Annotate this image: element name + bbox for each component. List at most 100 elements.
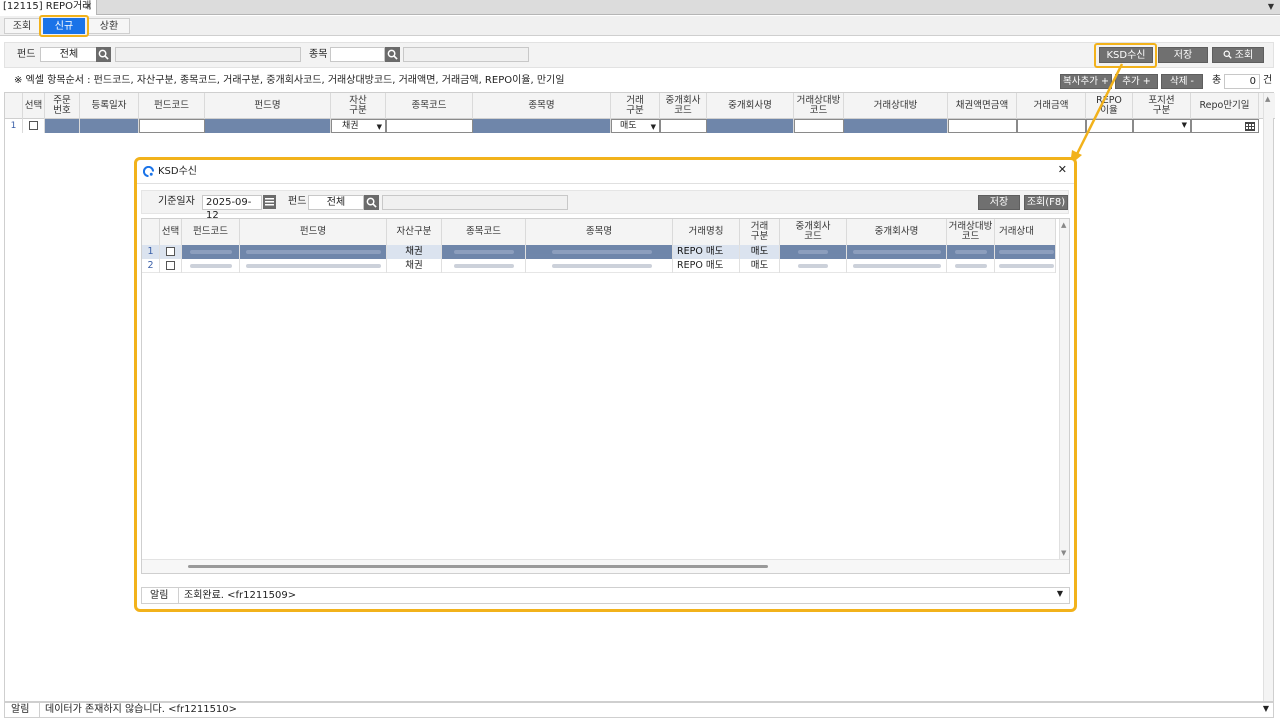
vertical-scrollbar[interactable]: ▲ — [1263, 93, 1273, 701]
asset-type-select[interactable]: 채권 ▼ — [331, 119, 386, 133]
base-date-input[interactable]: 2025-09-12 — [202, 195, 262, 221]
status-dropdown-icon[interactable]: ▼ — [1263, 704, 1269, 713]
calendar-icon[interactable] — [1245, 122, 1255, 131]
trade-name-cell: REPO 매도 — [673, 245, 740, 259]
fund-name-cell — [205, 119, 331, 133]
row-checkbox[interactable] — [166, 261, 175, 270]
face-amount-input[interactable] — [948, 119, 1017, 133]
status-message: 데이터가 존재하지 않습니다. <fr1211510> — [45, 704, 238, 715]
close-tab-icon[interactable]: × — [84, 0, 92, 14]
item-label: 종목 — [309, 49, 328, 60]
item-code-cell — [442, 259, 526, 273]
dialog-fund-label: 펀드 — [288, 196, 307, 207]
dialog-status-dropdown-icon[interactable]: ▼ — [1057, 589, 1063, 598]
tab-highlight — [39, 15, 89, 37]
dialog-vertical-scrollbar[interactable]: ▲ ▼ — [1059, 219, 1069, 559]
dialog-fund-select[interactable]: 전체 — [308, 195, 364, 210]
row-number: 2 — [142, 259, 160, 273]
window-tab[interactable]: [12115] REPO거래 — [0, 0, 97, 15]
delete-row-button[interactable]: 삭제 - — [1161, 74, 1203, 89]
fund-search-icon[interactable] — [96, 47, 111, 62]
dialog-status-message: 조회완료. <fr1211509> — [184, 590, 297, 601]
header-asset-type: 자산 구분 — [331, 93, 386, 119]
broker-name-cell — [847, 259, 947, 273]
item-code-field[interactable] — [330, 47, 385, 62]
mheader-item-name: 종목명 — [526, 219, 673, 245]
mheader-counterparty-code: 거래상대방 코드 — [947, 219, 995, 245]
counterparty-cell — [995, 245, 1056, 259]
header-counterparty: 거래상대방 — [844, 93, 948, 119]
asset-type-cell: 채권 — [387, 245, 442, 259]
status-label: 알림 — [11, 704, 30, 715]
header-rownum — [5, 93, 23, 119]
fund-code-input[interactable] — [139, 119, 205, 133]
table-row[interactable]: 1 채권 REPO 매도 매도 — [142, 245, 1056, 259]
trade-type-select[interactable]: 매도 ▼ — [611, 119, 660, 133]
mheader-trade-name: 거래명칭 — [673, 219, 740, 245]
chevron-down-icon: ▼ — [1181, 121, 1187, 129]
dialog-status-label: 알림 — [150, 590, 169, 601]
status-bar: 알림 데이터가 존재하지 않습니다. <fr1211510> ▼ — [4, 702, 1274, 718]
counterparty-code-input[interactable] — [794, 119, 844, 133]
mheader-select: 선택 — [160, 219, 182, 245]
table-row[interactable]: 2 채권 REPO 매도 매도 — [142, 259, 1056, 273]
item-name-field — [403, 47, 529, 62]
mheader-broker-name: 중개회사명 — [847, 219, 947, 245]
save-button[interactable]: 저장 — [1158, 47, 1208, 63]
trade-type-cell: 매도 — [740, 245, 780, 259]
mheader-item-code: 종목코드 — [442, 219, 526, 245]
excel-order-notice: ※ 엑셀 항목순서 : 펀드코드, 자산구분, 종목코드, 거래구분, 중개회사… — [14, 75, 565, 86]
search-button-label: 조회 — [1234, 50, 1254, 61]
mheader-counterparty: 거래상대 — [995, 219, 1056, 245]
mheader-fund-name: 펀드명 — [240, 219, 387, 245]
dialog-horizontal-scrollbar[interactable] — [142, 559, 1069, 573]
search-button[interactable]: 조회 — [1212, 47, 1264, 63]
counterparty-cell — [844, 119, 948, 133]
mheader-fund-code: 펀드코드 — [182, 219, 240, 245]
repo-maturity-input[interactable] — [1191, 119, 1259, 133]
header-face-amount: 채권액면금액 — [948, 93, 1017, 119]
fund-select[interactable]: 전체 — [40, 47, 98, 62]
tab-repay[interactable]: 상환 — [88, 18, 130, 34]
dialog-status-bar: 알림 조회완료. <fr1211509> ▼ — [141, 587, 1070, 604]
fund-name-cell — [240, 259, 387, 273]
item-code-input[interactable] — [386, 119, 473, 133]
header-broker-code: 중개회사 코드 — [660, 93, 707, 119]
dialog-close-icon[interactable]: ✕ — [1058, 163, 1067, 176]
dialog-toolbar: 기준일자 2025-09-12 펀드 전체 저장 조회(F8) — [141, 190, 1069, 221]
mheader-trade-type: 거래 구분 — [740, 219, 780, 245]
row-select-cell[interactable] — [160, 245, 182, 259]
counterparty-cell — [995, 259, 1056, 273]
dialog-title: KSD수신 — [158, 166, 198, 177]
dialog-save-button[interactable]: 저장 — [978, 195, 1020, 210]
fund-name-cell — [240, 245, 387, 259]
calendar-icon[interactable] — [263, 195, 276, 209]
broker-name-cell — [847, 245, 947, 259]
item-name-cell — [526, 259, 673, 273]
window-dropdown-icon[interactable]: ▼ — [1268, 0, 1274, 14]
fund-label: 펀드 — [17, 49, 36, 60]
mheader-rownum — [142, 219, 160, 245]
row-checkbox[interactable] — [29, 121, 38, 130]
scroll-thumb[interactable] — [188, 565, 768, 568]
row-select-cell[interactable] — [160, 259, 182, 273]
row-select-cell[interactable] — [23, 119, 45, 133]
tab-inquiry[interactable]: 조회 — [4, 18, 40, 34]
chevron-down-icon: ▼ — [376, 123, 382, 131]
asset-type-cell: 채권 — [387, 259, 442, 273]
row-checkbox[interactable] — [166, 247, 175, 256]
total-count: 0 — [1224, 74, 1260, 89]
mheader-broker-code: 중개회사 코드 — [780, 219, 847, 245]
position-type-select[interactable]: ▼ — [1133, 119, 1191, 133]
row-number: 1 — [5, 119, 23, 133]
item-search-icon[interactable] — [385, 47, 400, 62]
counterparty-code-cell — [947, 259, 995, 273]
dialog-search-button[interactable]: 조회(F8) — [1024, 195, 1068, 210]
trade-name-cell: REPO 매도 — [673, 259, 740, 273]
broker-code-input[interactable] — [660, 119, 707, 133]
fund-code-cell — [182, 259, 240, 273]
fund-name-field — [115, 47, 301, 62]
dialog-fund-name-field — [382, 195, 568, 210]
dialog-fund-search-icon[interactable] — [364, 195, 379, 210]
broker-name-cell — [707, 119, 794, 133]
